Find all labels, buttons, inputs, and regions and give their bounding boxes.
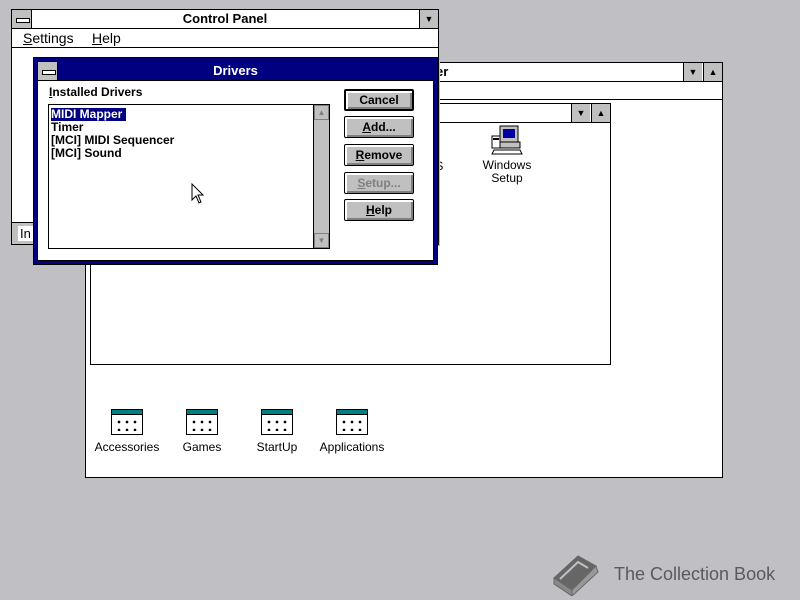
main-group-minimize-button[interactable]: ▼	[571, 104, 590, 122]
watermark-text: The Collection Book	[614, 564, 776, 584]
drivers-titlebar[interactable]: Drivers	[38, 62, 433, 81]
windows-setup-program[interactable]: Windows Setup	[477, 124, 537, 185]
maximize-button[interactable]: ▲	[703, 63, 722, 81]
installed-drivers-label: Installed Drivers	[49, 85, 143, 99]
control-panel-menubar: Settings Help	[12, 29, 438, 48]
control-panel-title: Control Panel	[182, 11, 268, 26]
control-panel-system-menu-icon[interactable]	[12, 10, 32, 28]
cancel-button[interactable]: Cancel	[344, 89, 414, 111]
drivers-title: Drivers	[213, 63, 258, 78]
scroll-down-arrow-icon[interactable]: ▼	[314, 233, 329, 248]
minimize-button[interactable]: ▼	[683, 63, 702, 81]
drivers-dialog: Drivers Installed Drivers MIDI Mapper Ti…	[33, 57, 438, 265]
control-panel-titlebar[interactable]: Control Panel ▼	[12, 10, 438, 29]
windows-setup-icon	[491, 125, 523, 155]
add-button[interactable]: Add...	[344, 116, 414, 138]
program-group-icon	[186, 409, 218, 435]
status-text: In	[18, 226, 33, 241]
windows-setup-label-line2: Setup	[491, 171, 523, 185]
menu-help[interactable]: Help	[92, 30, 121, 46]
watermark: The Collection Book	[548, 550, 798, 596]
program-group-icon	[261, 409, 293, 435]
main-group-maximize-button[interactable]: ▲	[591, 104, 610, 122]
driver-item-mci-sound[interactable]: [MCI] Sound	[51, 147, 122, 160]
setup-button[interactable]: Setup...	[344, 172, 414, 194]
drivers-listbox[interactable]: MIDI Mapper Timer [MCI] MIDI Sequencer […	[48, 104, 330, 249]
menu-settings[interactable]: Settings	[23, 30, 74, 46]
program-group-icon	[111, 409, 143, 435]
help-button[interactable]: Help	[344, 199, 414, 221]
drivers-system-menu-icon[interactable]	[38, 62, 58, 80]
mouse-pointer-icon	[191, 183, 205, 204]
scroll-up-arrow-icon[interactable]: ▲	[314, 105, 329, 120]
remove-button[interactable]: Remove	[344, 144, 414, 166]
group-icon-applications[interactable]: Applications	[307, 409, 397, 454]
control-panel-minimize-button[interactable]: ▼	[419, 10, 438, 28]
drivers-scrollbar[interactable]: ▲ ▼	[313, 105, 329, 248]
group-label-applications: Applications	[319, 440, 385, 454]
book-icon	[553, 555, 599, 596]
program-group-icon	[336, 409, 368, 435]
